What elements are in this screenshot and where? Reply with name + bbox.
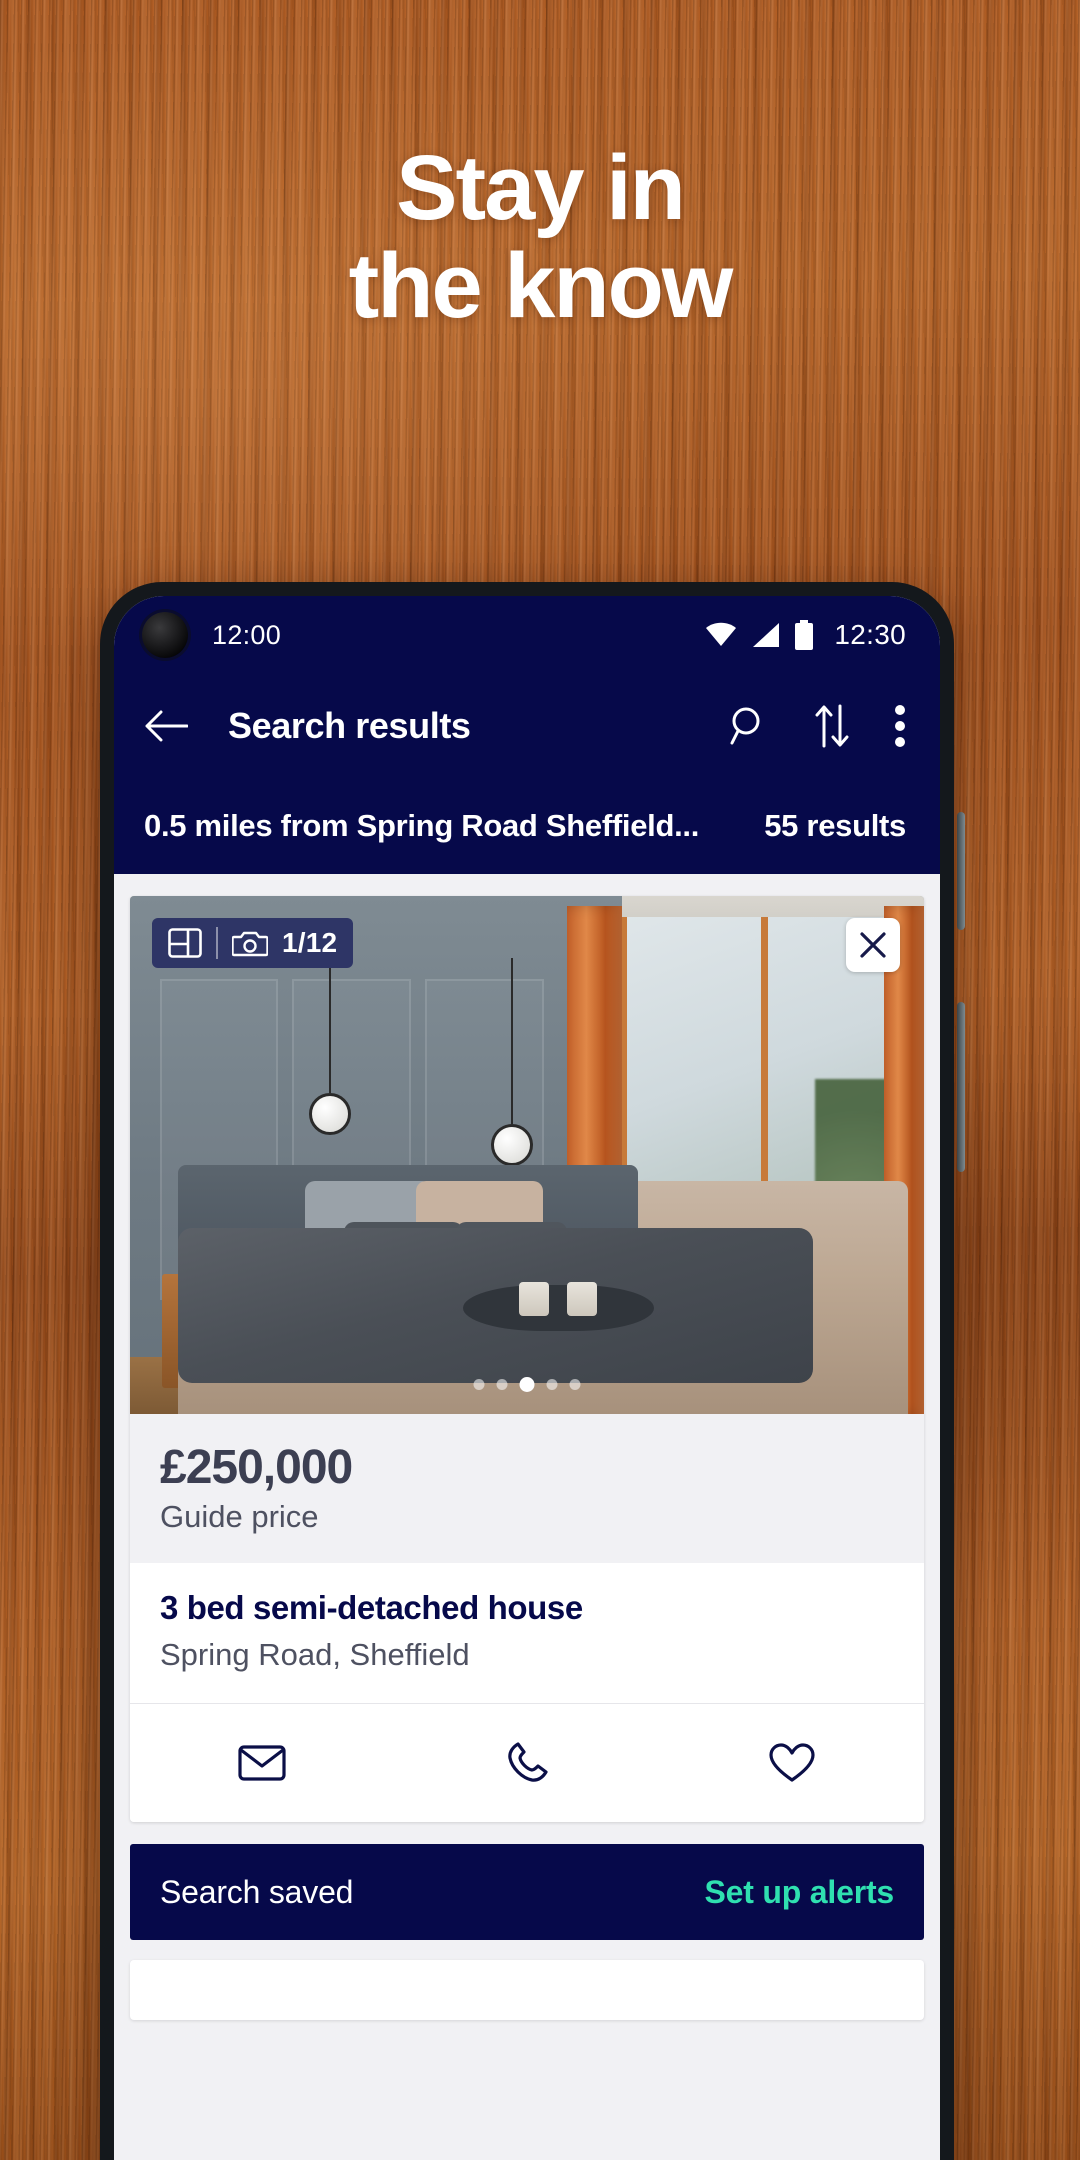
close-icon[interactable] <box>846 918 900 972</box>
price-qualifier: Guide price <box>160 1499 319 1534</box>
headline-line-2: the know <box>348 234 734 337</box>
bedroom-photo-illustration <box>130 896 924 1414</box>
floorplan-icon <box>168 928 202 958</box>
promo-headline: Stay in the know <box>0 137 1080 337</box>
back-arrow-icon[interactable] <box>144 709 188 743</box>
sort-icon[interactable] <box>812 704 852 748</box>
phone-icon <box>505 1741 549 1785</box>
property-details-section[interactable]: 3 bed semi-detached house Spring Road, S… <box>130 1563 924 1704</box>
property-type: 3 bed semi-detached house <box>160 1589 583 1626</box>
property-photo[interactable]: 1/12 <box>130 896 924 1414</box>
status-bar-indicators: 12:30 <box>704 619 906 651</box>
next-listing-card-peek[interactable] <box>130 1960 924 2020</box>
battery-icon <box>794 620 814 650</box>
toolbar-actions <box>728 704 906 748</box>
phone-screen: 12:00 12:30 Search results 0.5 miles fro… <box>114 596 940 2160</box>
property-listing-card[interactable]: 1/12 £250,000 Guide price 3 bed semi-det… <box>130 896 924 1822</box>
property-price: £250,000 <box>160 1441 353 1494</box>
status-bar-right-time: 12:30 <box>834 619 906 650</box>
carousel-dots <box>473 1377 581 1392</box>
carousel-dot[interactable] <box>546 1379 558 1390</box>
badge-divider <box>216 927 218 959</box>
search-summary-row[interactable]: 0.5 miles from Spring Road Sheffield... … <box>114 778 940 874</box>
status-bar: 12:00 12:30 <box>114 596 940 674</box>
set-up-alerts-link[interactable]: Set up alerts <box>705 1874 895 1911</box>
property-address: Spring Road, Sheffield <box>160 1637 470 1672</box>
carousel-dot-active[interactable] <box>519 1377 535 1392</box>
save-property-button[interactable] <box>659 1704 924 1822</box>
status-bar-left-time: 12:00 <box>212 619 282 650</box>
listing-action-bar <box>130 1704 924 1822</box>
page-title: Search results <box>228 705 471 746</box>
front-camera-punch-hole <box>142 612 188 658</box>
photo-counter-text: 1/12 <box>282 927 338 958</box>
overflow-menu-icon[interactable] <box>894 704 906 748</box>
phone-mockup: 12:00 12:30 Search results 0.5 miles fro… <box>93 575 965 2160</box>
call-agent-button[interactable] <box>395 1704 660 1822</box>
headline-line-1: Stay in <box>396 137 686 239</box>
wifi-icon <box>704 622 738 648</box>
heart-icon <box>768 1742 816 1784</box>
results-list: 1/12 £250,000 Guide price 3 bed semi-det… <box>114 874 940 2160</box>
search-result-count: 55 results <box>764 808 906 843</box>
phone-volume-button[interactable] <box>957 812 965 930</box>
cellular-signal-icon <box>751 622 781 648</box>
price-section: £250,000 Guide price <box>130 1414 924 1563</box>
camera-icon <box>232 929 268 957</box>
saved-search-banner: Search saved Set up alerts <box>130 1844 924 1940</box>
saved-search-message: Search saved <box>160 1873 354 1910</box>
carousel-dot[interactable] <box>496 1379 508 1390</box>
phone-power-button[interactable] <box>957 1002 965 1172</box>
app-toolbar: Search results <box>114 674 940 778</box>
search-icon[interactable] <box>728 705 770 747</box>
photo-count-badge[interactable]: 1/12 <box>152 918 354 968</box>
search-location-text: 0.5 miles from Spring Road Sheffield... <box>144 808 700 843</box>
email-agent-button[interactable] <box>130 1704 395 1822</box>
carousel-dot[interactable] <box>569 1379 581 1390</box>
carousel-dot[interactable] <box>473 1379 485 1390</box>
envelope-icon <box>238 1743 286 1783</box>
